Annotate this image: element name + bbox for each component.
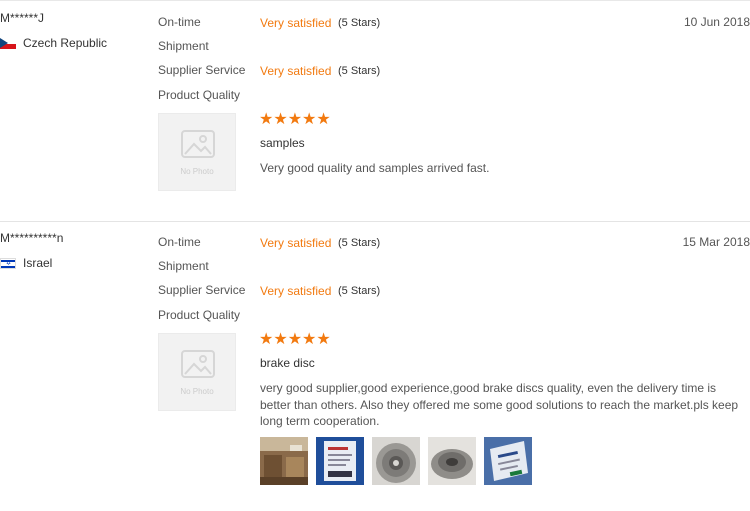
satisfaction-value: Very satisfied bbox=[260, 64, 332, 78]
criteria-label: Shipment bbox=[158, 39, 209, 53]
image-placeholder-icon bbox=[181, 350, 215, 378]
review-title: brake disc bbox=[260, 356, 315, 370]
star-rating: ★★★★★ bbox=[259, 331, 331, 348]
buyer-country: Czech Republic bbox=[23, 36, 108, 50]
review-title: samples bbox=[260, 136, 305, 150]
criteria-label: Product Quality bbox=[158, 308, 241, 322]
image-placeholder-icon bbox=[181, 130, 215, 158]
criteria-label: Supplier Service bbox=[158, 283, 246, 297]
buyer-country: Israel bbox=[23, 256, 53, 270]
review-photo-brake-disc[interactable] bbox=[372, 437, 420, 485]
satisfaction-stars: (5 Stars) bbox=[338, 17, 381, 29]
satisfaction-value: Very satisfied bbox=[260, 236, 332, 250]
buyer-name: M**********n bbox=[0, 231, 64, 245]
buyer-name: M******J bbox=[0, 11, 45, 25]
satisfaction-value: Very satisfied bbox=[260, 16, 332, 30]
no-photo-label: No Photo bbox=[180, 167, 214, 176]
review-text: very good supplier,good experience,good … bbox=[260, 381, 739, 428]
review-photo-box-label[interactable] bbox=[316, 437, 364, 485]
review-text: Very good quality and samples arrived fa… bbox=[260, 161, 490, 175]
criteria-label: On-time bbox=[158, 235, 201, 249]
criteria-label: Product Quality bbox=[158, 88, 241, 102]
review-date: 15 Mar 2018 bbox=[682, 235, 750, 249]
review-item: M******J Czech Republic On-time Shipment… bbox=[0, 0, 750, 222]
review-photo-package-label[interactable] bbox=[484, 437, 532, 485]
review-item: M**********n ✡ Israel On-time Shipment S… bbox=[0, 221, 750, 511]
criteria-label: Shipment bbox=[158, 259, 209, 273]
product-photo-placeholder: No Photo bbox=[158, 333, 236, 411]
star-rating: ★★★★★ bbox=[259, 111, 331, 128]
criteria-label: Supplier Service bbox=[158, 63, 246, 77]
satisfaction-stars: (5 Stars) bbox=[338, 285, 381, 297]
review-photo-warehouse[interactable] bbox=[260, 437, 308, 485]
review-photo-brake-disc-2[interactable] bbox=[428, 437, 476, 485]
satisfaction-stars: (5 Stars) bbox=[338, 237, 381, 249]
no-photo-label: No Photo bbox=[180, 387, 214, 396]
czech-flag-icon bbox=[0, 38, 16, 49]
satisfaction-stars: (5 Stars) bbox=[338, 65, 381, 77]
criteria-label: On-time bbox=[158, 15, 201, 29]
israel-flag-icon: ✡ bbox=[0, 258, 16, 269]
review-date: 10 Jun 2018 bbox=[683, 15, 750, 29]
product-photo-placeholder: No Photo bbox=[158, 113, 236, 191]
satisfaction-value: Very satisfied bbox=[260, 284, 332, 298]
